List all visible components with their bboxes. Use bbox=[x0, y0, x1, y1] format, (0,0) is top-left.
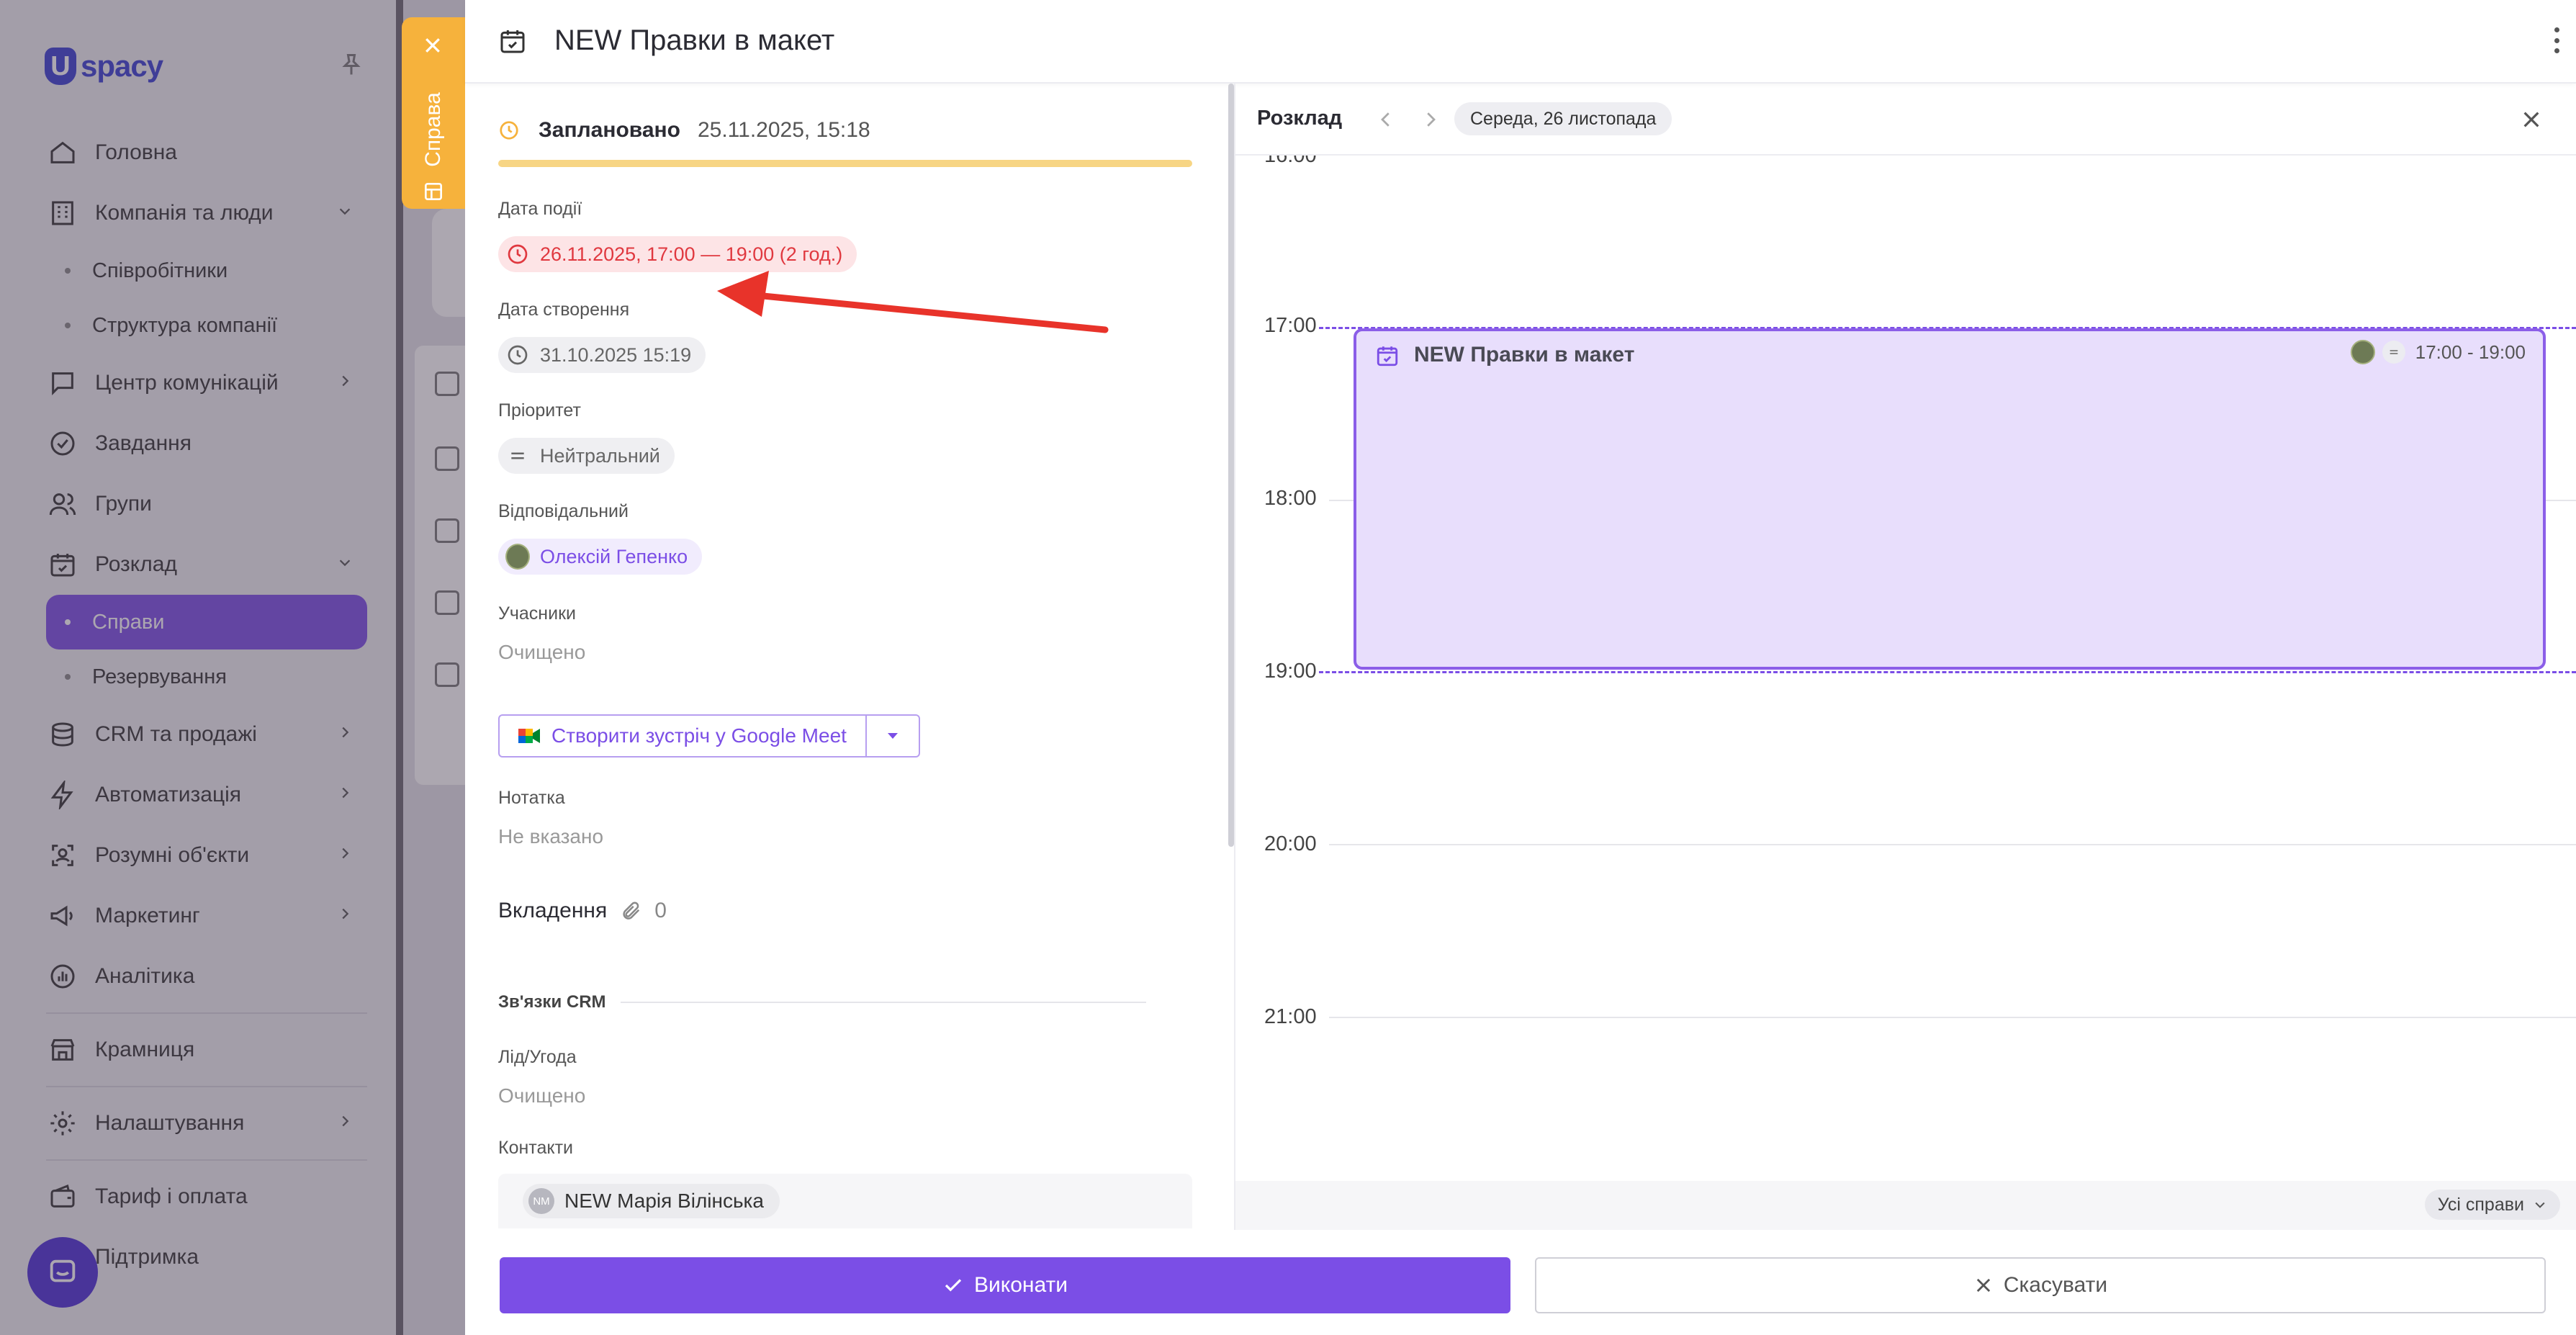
caret-down-icon bbox=[887, 733, 898, 739]
deals-filter-dropdown[interactable]: Усі справи bbox=[2424, 1190, 2560, 1220]
equals-icon bbox=[505, 444, 530, 468]
contacts-box: NM NEW Марія Вілінська bbox=[498, 1174, 1192, 1228]
crm-header-label: Зв'язки CRM bbox=[498, 992, 606, 1012]
crm-section-header: Зв'язки CRM bbox=[498, 992, 1146, 1012]
chevron-down-icon bbox=[2535, 1202, 2545, 1208]
create-google-meet-label: Створити зустріч у Google Meet bbox=[551, 724, 847, 747]
status-label: Заплановано bbox=[539, 118, 680, 142]
hour-label: 18:00 bbox=[1264, 487, 1317, 510]
created-date-chip: 31.10.2025 15:19 bbox=[498, 337, 706, 373]
more-menu-icon[interactable] bbox=[2552, 27, 2562, 53]
filter-label: Усі справи bbox=[2437, 1194, 2524, 1215]
attachments-row[interactable]: Вкладення 0 bbox=[498, 899, 667, 923]
hour-label: 16:00 bbox=[1264, 156, 1317, 167]
status-date: 25.11.2025, 15:18 bbox=[697, 118, 870, 142]
event-end-line bbox=[1319, 671, 2576, 673]
deal-details: Заплановано 25.11.2025, 15:18 Дата події… bbox=[465, 84, 1228, 1228]
status-progress-bar bbox=[498, 160, 1192, 167]
clock-icon bbox=[500, 121, 518, 140]
panel-footer: Виконати Скасувати bbox=[465, 1230, 2576, 1335]
google-meet-dropdown-button[interactable] bbox=[867, 716, 919, 756]
note-label: Нотатка bbox=[498, 788, 565, 808]
clock-icon bbox=[505, 242, 530, 266]
complete-button-label: Виконати bbox=[973, 1273, 1068, 1297]
divider bbox=[620, 1002, 1146, 1003]
note-value[interactable]: Не вказано bbox=[498, 825, 603, 848]
schedule-header: Розклад Середа, 26 листопада bbox=[1235, 84, 2576, 156]
hour-label: 21:00 bbox=[1264, 1005, 1317, 1028]
chevron-right-icon[interactable] bbox=[1420, 107, 1441, 132]
close-icon[interactable] bbox=[422, 35, 443, 56]
avatar: NM bbox=[528, 1188, 554, 1214]
close-icon bbox=[1976, 1278, 1991, 1293]
contacts-label: Контакти bbox=[498, 1138, 573, 1158]
created-date-value: 31.10.2025 15:19 bbox=[540, 343, 692, 366]
schedule-event[interactable]: NEW Правки в макет 17:00 - 19:00 bbox=[1354, 328, 2546, 670]
created-date-label: Дата створення bbox=[498, 300, 630, 320]
cancel-button-label: Скасувати bbox=[2003, 1273, 2108, 1297]
deal-panel: NEW Правки в макет Заплановано 25.11.202… bbox=[465, 0, 2576, 1335]
responsible-chip[interactable]: Олексій Гепенко bbox=[498, 539, 703, 575]
priority-label: Пріоритет bbox=[498, 400, 581, 421]
check-icon bbox=[945, 1279, 962, 1292]
side-tab-label: Справа bbox=[421, 92, 446, 167]
participants-label: Учасники bbox=[498, 603, 576, 624]
priority-value: Нейтральний bbox=[540, 444, 660, 467]
priority-chip[interactable]: Нейтральний bbox=[498, 438, 675, 474]
responsible-value: Олексій Гепенко bbox=[540, 545, 688, 567]
page-title: NEW Правки в макет bbox=[554, 24, 835, 56]
complete-button[interactable]: Виконати bbox=[500, 1257, 1510, 1313]
close-icon[interactable] bbox=[2520, 108, 2543, 131]
event-date-value: 26.11.2025, 17:00 — 19:00 (2 год.) bbox=[540, 243, 843, 265]
equals-icon bbox=[2382, 341, 2405, 364]
contact-name: NEW Марія Вілінська bbox=[564, 1190, 764, 1212]
hour-label: 19:00 bbox=[1264, 660, 1317, 683]
event-time: 17:00 - 19:00 bbox=[2415, 341, 2526, 363]
schedule-date[interactable]: Середа, 26 листопада bbox=[1454, 102, 1672, 135]
cancel-button[interactable]: Скасувати bbox=[1535, 1257, 2546, 1313]
event-date-label: Дата події bbox=[498, 199, 582, 219]
hour-line bbox=[1329, 844, 2576, 845]
panel-header: NEW Правки в макет bbox=[465, 0, 2576, 84]
event-date-chip[interactable]: 26.11.2025, 17:00 — 19:00 (2 год.) bbox=[498, 236, 857, 272]
participants-value[interactable]: Очищено bbox=[498, 641, 585, 664]
schedule-grid: 16:00 17:00 18:00 19:00 20:00 21:00 NEW … bbox=[1235, 156, 2576, 1192]
calendar-icon bbox=[1377, 346, 1398, 367]
calendar-icon bbox=[500, 30, 525, 53]
attachments-count: 0 bbox=[654, 899, 667, 922]
event-title: NEW Правки в макет bbox=[1414, 343, 1635, 367]
schedule-title: Розклад bbox=[1257, 107, 1343, 130]
schedule-panel: Розклад Середа, 26 листопада 16:00 17:00… bbox=[1235, 84, 2576, 1230]
document-icon bbox=[425, 183, 442, 200]
hour-label: 20:00 bbox=[1264, 832, 1317, 855]
schedule-footer: Усі справи bbox=[1235, 1181, 2576, 1230]
responsible-label: Відповідальний bbox=[498, 501, 629, 521]
hour-line bbox=[1329, 1017, 2576, 1018]
status-row: Заплановано 25.11.2025, 15:18 bbox=[498, 118, 870, 143]
attachments-label: Вкладення bbox=[498, 899, 608, 922]
chevron-left-icon[interactable] bbox=[1375, 107, 1397, 132]
contact-chip[interactable]: NM NEW Марія Вілінська bbox=[523, 1184, 780, 1218]
google-meet-icon bbox=[518, 729, 540, 743]
clock-icon bbox=[505, 343, 530, 367]
google-meet-button-group: Створити зустріч у Google Meet bbox=[498, 714, 920, 758]
hour-label: 17:00 bbox=[1264, 314, 1317, 337]
avatar bbox=[505, 544, 530, 570]
scrollbar[interactable] bbox=[1228, 84, 1234, 847]
create-google-meet-button[interactable]: Створити зустріч у Google Meet bbox=[500, 716, 867, 756]
side-tab[interactable]: Справа bbox=[402, 17, 465, 209]
avatar bbox=[2350, 340, 2375, 364]
event-meta: 17:00 - 19:00 bbox=[2350, 340, 2526, 364]
paperclip-icon bbox=[623, 902, 640, 920]
deal-value[interactable]: Очищено bbox=[498, 1084, 585, 1107]
deal-label: Лід/Угода bbox=[498, 1047, 577, 1067]
